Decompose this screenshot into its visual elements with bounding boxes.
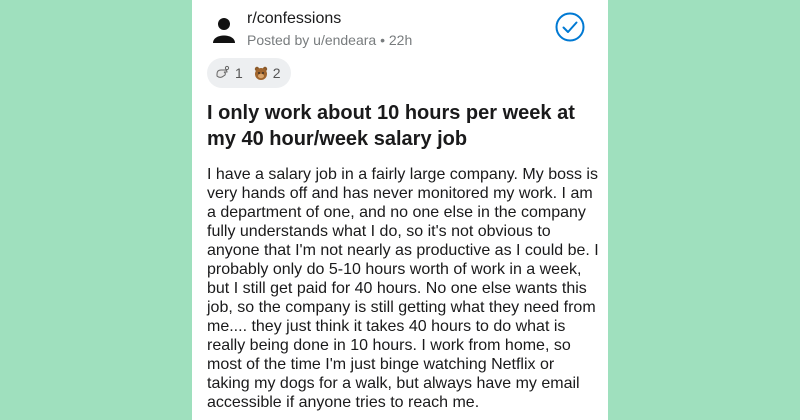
wholesome-bear-award-icon bbox=[254, 66, 267, 80]
post-title[interactable]: I only work about 10 hours per week at m… bbox=[207, 100, 602, 152]
post-body: I have a salary job in a fairly large co… bbox=[207, 166, 599, 411]
check-circle-icon[interactable] bbox=[555, 12, 585, 42]
subreddit-name[interactable]: r/confessions bbox=[247, 10, 341, 28]
award-count: 2 bbox=[272, 65, 281, 81]
awards-bar[interactable]: 1 2 bbox=[207, 58, 291, 88]
post-header: r/confessions Posted by u/endeara • 22h bbox=[192, 0, 608, 56]
award-count: 1 bbox=[235, 65, 243, 81]
post-byline: Posted by u/endeara • 22h bbox=[247, 32, 413, 48]
helpful-award-icon bbox=[216, 65, 230, 78]
user-icon[interactable] bbox=[212, 16, 236, 44]
post-card: r/confessions Posted by u/endeara • 22h … bbox=[192, 0, 608, 420]
